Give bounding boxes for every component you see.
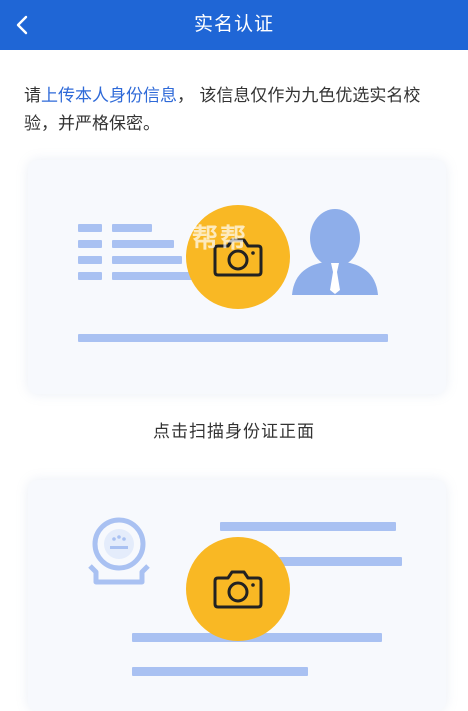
intro-text: 请上传本人身份信息， 该信息仅作为九色优选实名校验，并严格保密。 <box>24 82 450 138</box>
scan-front-camera-button[interactable] <box>186 205 290 309</box>
front-card-caption: 点击扫描身份证正面 <box>153 422 315 442</box>
intro-prefix: 请 <box>24 86 41 106</box>
national-emblem-icon <box>88 517 150 585</box>
page-title: 实名认证 <box>193 13 274 35</box>
scan-back-camera-button[interactable] <box>186 537 290 641</box>
intro-highlight: 上传本人身份信息 <box>41 86 177 106</box>
top-bar: 实名认证 <box>0 0 468 50</box>
person-silhouette-icon <box>292 209 378 295</box>
camera-icon <box>213 570 263 609</box>
camera-icon <box>213 238 263 277</box>
